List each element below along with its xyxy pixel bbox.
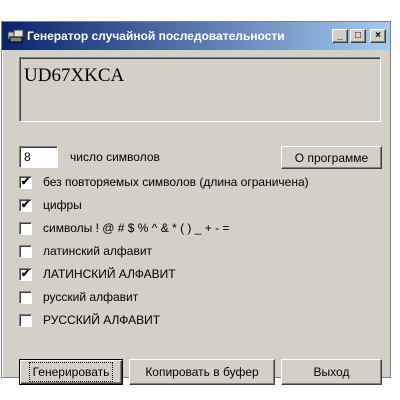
check-mark-icon: ✔ <box>20 267 31 280</box>
maximize-button[interactable]: □ <box>350 29 366 43</box>
checkbox-symbols[interactable] <box>19 221 32 235</box>
app-window: Генератор случайной последовательности _… <box>1 21 391 385</box>
option-no-repeat[interactable]: ✔ без повторяемых символов (длина ограни… <box>19 174 309 190</box>
generated-sequence-field[interactable]: UD67XKCA <box>19 57 381 122</box>
option-symbols[interactable]: символы ! @ # $ % ^ & * ( ) _ + - = <box>19 220 229 236</box>
title-bar[interactable]: Генератор случайной последовательности _… <box>2 22 390 50</box>
option-label: латинский алфавит <box>43 244 153 258</box>
app-icon[interactable] <box>8 29 24 43</box>
option-russian-lower[interactable]: русский алфавит <box>19 289 138 305</box>
length-input[interactable]: 8 <box>19 146 58 168</box>
option-label: символы ! @ # $ % ^ & * ( ) _ + - = <box>43 221 230 235</box>
checkbox-no-repeat[interactable]: ✔ <box>19 175 32 189</box>
option-digits[interactable]: ✔ цифры <box>19 197 82 213</box>
option-russian-upper[interactable]: РУССКИЙ АЛФАВИТ <box>19 312 160 328</box>
exit-button[interactable]: Выход <box>281 359 382 385</box>
length-label: число символов <box>70 150 160 164</box>
check-mark-icon: ✔ <box>20 175 31 188</box>
generate-button-label: Генерировать <box>28 362 114 382</box>
title-buttons: _ □ × <box>332 29 386 43</box>
checkbox-digits[interactable]: ✔ <box>19 198 32 212</box>
option-latin-upper[interactable]: ✔ ЛАТИНСКИЙ АЛФАВИТ <box>19 266 176 282</box>
window-title: Генератор случайной последовательности <box>27 29 285 43</box>
checkbox-russian-upper[interactable] <box>19 313 32 327</box>
checkbox-russian-lower[interactable] <box>19 290 32 304</box>
about-button[interactable]: О программе <box>281 146 382 169</box>
option-label: цифры <box>43 198 82 212</box>
option-latin-lower[interactable]: латинский алфавит <box>19 243 152 259</box>
check-mark-icon: ✔ <box>20 198 31 211</box>
checkbox-latin-upper[interactable]: ✔ <box>19 267 32 281</box>
minimize-button[interactable]: _ <box>332 29 348 43</box>
close-button[interactable]: × <box>370 29 386 43</box>
option-label: РУССКИЙ АЛФАВИТ <box>43 313 161 327</box>
generate-button[interactable]: Генерировать <box>19 359 123 385</box>
option-label: без повторяемых символов (длина ограниче… <box>43 175 309 189</box>
checkbox-latin-lower[interactable] <box>19 244 32 258</box>
copy-to-clipboard-button[interactable]: Копировать в буфер <box>129 359 275 385</box>
option-label: ЛАТИНСКИЙ АЛФАВИТ <box>43 267 176 281</box>
option-label: русский алфавит <box>43 290 139 304</box>
